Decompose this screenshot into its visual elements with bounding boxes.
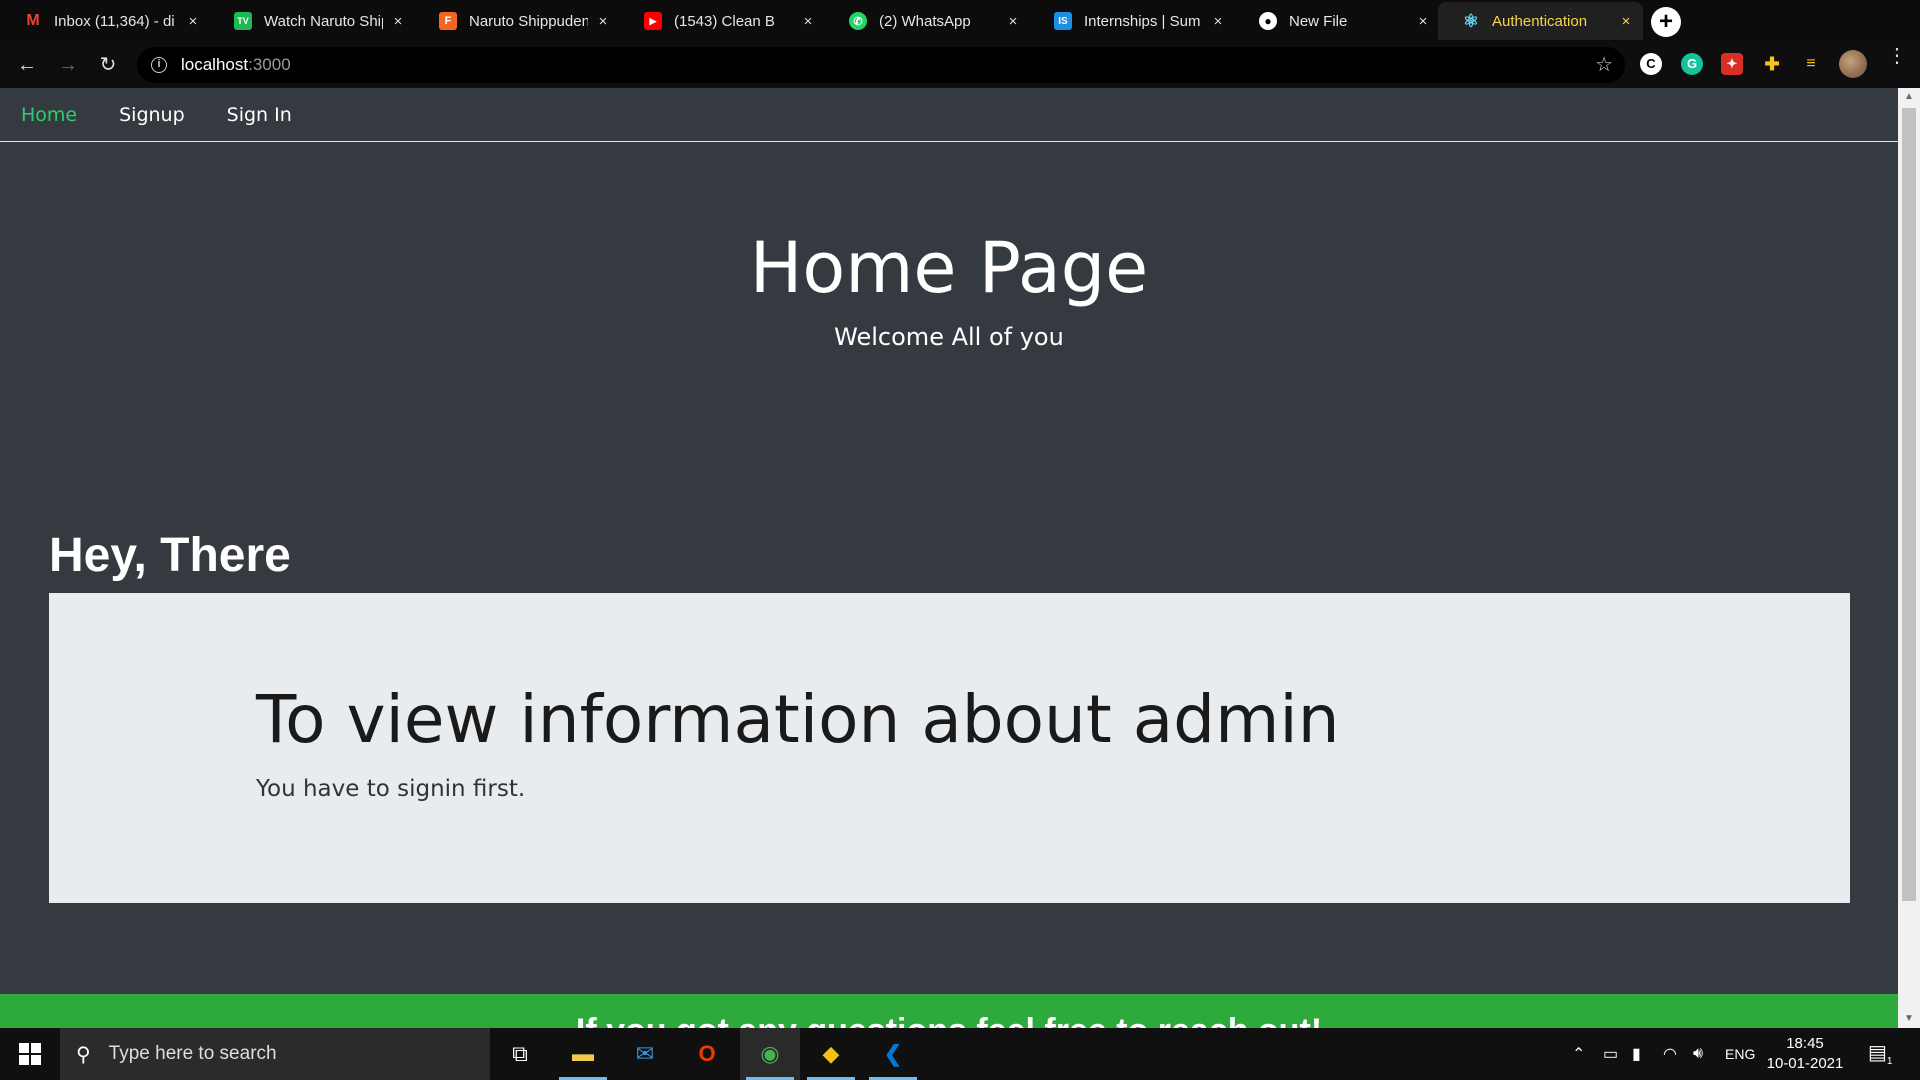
forward-arrow-icon[interactable]: →	[53, 51, 83, 81]
page-scrollbar[interactable]: ▲ ▼	[1898, 88, 1920, 1028]
tab-github-new-file[interactable]: ● New File ×	[1235, 2, 1440, 40]
windows-logo-icon	[19, 1043, 41, 1065]
tab-watch-naruto[interactable]: TV Watch Naruto Ship ×	[210, 2, 415, 40]
search-placeholder: Type here to search	[108, 1043, 277, 1064]
tab-title: Inbox (11,364) - di	[54, 12, 175, 30]
reading-list-icon[interactable]: ≡	[1800, 53, 1822, 75]
tab-title: New File	[1289, 12, 1348, 30]
tab-authentication[interactable]: ⚛ Authentication ×	[1438, 2, 1643, 40]
tab-internships[interactable]: IS Internships | Sum ×	[1030, 2, 1235, 40]
scroll-up-arrow-icon[interactable]: ▲	[1898, 88, 1920, 106]
whatsapp-icon: ✆	[849, 12, 867, 30]
git-kraken-icon[interactable]: ◆	[801, 1028, 861, 1080]
extension-red-icon[interactable]: ✦	[1721, 53, 1743, 75]
site-footer: If you got any questions feel free to re…	[0, 994, 1898, 1028]
footer-text: If you got any questions feel free to re…	[576, 1012, 1322, 1028]
back-arrow-icon[interactable]: ←	[12, 51, 42, 81]
new-tab-button[interactable]: +	[1651, 7, 1681, 37]
tab-title: Internships | Sum	[1084, 12, 1201, 30]
tab-whatsapp[interactable]: ✆ (2) WhatsApp ×	[825, 2, 1030, 40]
wifi-icon[interactable]: ◠	[1663, 1028, 1677, 1080]
start-button[interactable]	[0, 1028, 60, 1080]
clock-time: 18:45	[1786, 1035, 1824, 1052]
chrome-icon[interactable]: ◉	[740, 1028, 800, 1080]
scrollbar-thumb[interactable]	[1902, 108, 1916, 901]
mail-icon[interactable]: ✉	[615, 1028, 675, 1080]
taskbar-search-box[interactable]: ⚲ Type here to search	[60, 1028, 490, 1080]
reload-icon[interactable]: ↻	[93, 51, 123, 81]
file-explorer-icon[interactable]: ▬	[553, 1028, 613, 1080]
close-icon[interactable]: ×	[1006, 13, 1020, 30]
notification-center-icon[interactable]: ▤1	[1868, 1040, 1892, 1067]
tab-gmail[interactable]: M Inbox (11,364) - di ×	[0, 2, 210, 40]
jumbotron-text: You have to signin first.	[256, 776, 526, 802]
extension-c-icon[interactable]: C	[1640, 53, 1662, 75]
notification-count: 1	[1886, 1056, 1893, 1067]
scroll-down-arrow-icon[interactable]: ▼	[1898, 1010, 1920, 1028]
close-icon[interactable]: ×	[801, 13, 815, 30]
address-port: :3000	[248, 55, 291, 74]
gmail-icon: M	[26, 12, 40, 29]
browser-toolbar: ← → ↻ i localhost:3000 ☆ C G ✦ ✚ ≡ ⋮	[0, 42, 1920, 88]
github-icon: ●	[1259, 12, 1277, 30]
show-hidden-icons-chevron-icon[interactable]: ⌃	[1572, 1028, 1585, 1080]
tv-icon: TV	[234, 12, 252, 30]
f-icon: F	[439, 12, 457, 30]
grammarly-icon[interactable]: G	[1681, 53, 1703, 75]
site-navbar: Home Signup Sign In	[0, 88, 1898, 142]
profile-avatar[interactable]	[1839, 50, 1867, 78]
youtube-icon: ▶	[644, 12, 662, 30]
nav-signup-link[interactable]: Signup	[119, 104, 185, 126]
clock-date: 10-01-2021	[1766, 1055, 1844, 1072]
tab-title: Authentication	[1492, 12, 1588, 30]
nav-signin-link[interactable]: Sign In	[227, 104, 292, 126]
close-icon[interactable]: ×	[391, 13, 405, 30]
windows-taskbar: ⚲ Type here to search ⧉ ▬ ✉ O ◉ ◆ ❮ ⌃ ▭ …	[0, 1028, 1920, 1080]
close-icon[interactable]: ×	[186, 13, 200, 30]
close-icon[interactable]: ×	[596, 13, 610, 30]
web-page: Home Signup Sign In Home Page Welcome Al…	[0, 88, 1898, 1028]
nav-home-link[interactable]: Home	[21, 104, 77, 126]
close-icon[interactable]: ×	[1416, 13, 1430, 30]
hero-title: Home Page	[749, 227, 1149, 309]
section-heading: Hey, There	[49, 529, 291, 582]
hero-subtitle: Welcome All of you	[834, 323, 1064, 351]
menu-kebab-icon[interactable]: ⋮	[1887, 46, 1907, 66]
jumbotron-title: To view information about admin	[256, 681, 1340, 758]
battery-icon[interactable]: ▮	[1632, 1028, 1641, 1080]
extensions-puzzle-icon[interactable]: ✚	[1761, 53, 1783, 75]
tab-title: Watch Naruto Ship	[264, 12, 383, 30]
hero-section: Home Page Welcome All of you	[0, 227, 1898, 351]
volume-icon[interactable]: 🔊︎	[1693, 1028, 1703, 1080]
tab-title: (2) WhatsApp	[879, 12, 971, 30]
tab-youtube[interactable]: ▶ (1543) Clean B ×	[620, 2, 825, 40]
vscode-icon[interactable]: ❮	[863, 1028, 923, 1080]
site-info-icon[interactable]: i	[151, 57, 167, 73]
admin-info-jumbotron: To view information about admin You have…	[49, 593, 1850, 903]
internshala-icon: IS	[1054, 12, 1072, 30]
address-host: localhost	[181, 55, 249, 74]
tab-strip: M Inbox (11,364) - di × TV Watch Naruto …	[0, 0, 1920, 42]
task-view-icon[interactable]: ⧉	[490, 1028, 550, 1080]
tab-title: (1543) Clean B	[674, 12, 775, 30]
address-bar[interactable]: i localhost:3000 ☆	[137, 47, 1625, 83]
close-icon[interactable]: ×	[1619, 13, 1633, 30]
search-icon: ⚲	[76, 1043, 91, 1066]
meet-now-icon[interactable]: ▭	[1603, 1028, 1618, 1080]
office-icon[interactable]: O	[677, 1028, 737, 1080]
system-clock[interactable]: 18:45 10-01-2021	[1755, 1034, 1855, 1074]
tab-naruto-shippuden[interactable]: F Naruto Shippuden ×	[415, 2, 620, 40]
language-indicator[interactable]: ENG	[1725, 1028, 1755, 1080]
bookmark-star-icon[interactable]: ☆	[1595, 52, 1613, 77]
react-icon: ⚛	[1462, 10, 1480, 31]
tab-title: Naruto Shippuden	[469, 12, 588, 30]
close-icon[interactable]: ×	[1211, 13, 1225, 30]
